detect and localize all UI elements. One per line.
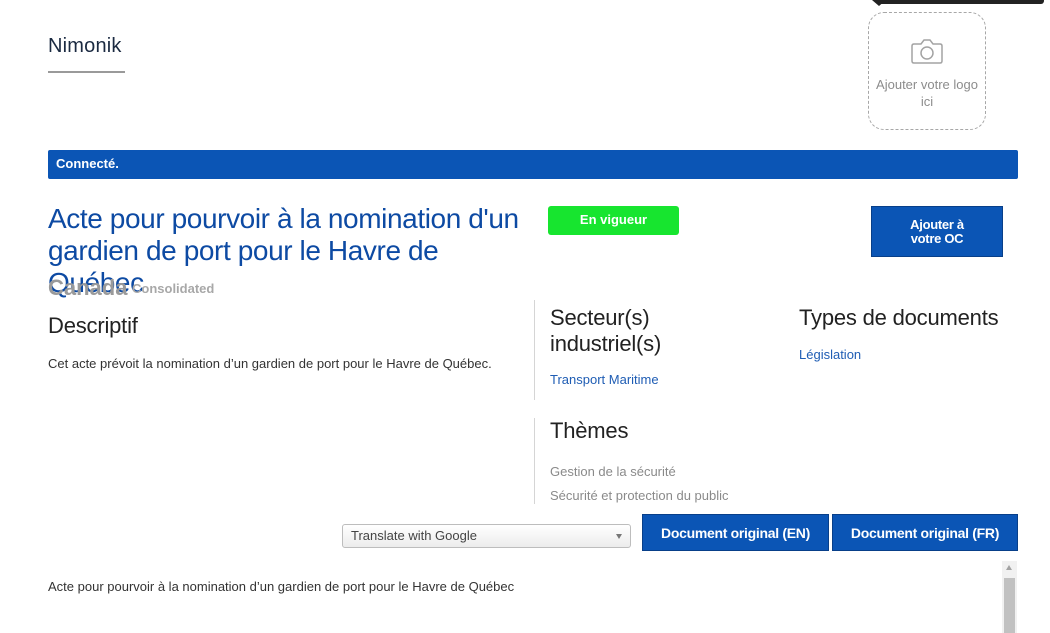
type-link-legislation[interactable]: Législation [799, 347, 861, 362]
camera-icon [910, 37, 944, 70]
theme-item: Sécurité et protection du public [550, 488, 729, 503]
translate-select[interactable]: Translate with Google [342, 524, 631, 548]
descriptif-text: Cet acte prévoit la nomination d’un gard… [48, 356, 492, 371]
column-divider [534, 300, 535, 400]
descriptif-heading: Descriptif [48, 313, 138, 338]
secteurs-heading: Secteur(s) industriel(s) [550, 305, 662, 356]
types-heading: Types de documents [799, 305, 999, 330]
arrow-up-icon [1006, 565, 1012, 570]
scroll-up-button[interactable] [1002, 561, 1017, 575]
translate-label: Translate with Google [351, 528, 477, 543]
add-to-oc-button[interactable]: Ajouter à votre OC [871, 206, 1003, 257]
connection-status-bar: Connecté. [48, 150, 1018, 179]
brand-underline [48, 71, 125, 73]
jurisdiction-label: Canada [48, 275, 128, 300]
secteur-link-transport-maritime[interactable]: Transport Maritime [550, 372, 659, 387]
logo-upload-text: Ajouter votre logo ici [876, 77, 978, 109]
original-en-button[interactable]: Document original (EN) [642, 514, 829, 551]
original-fr-button[interactable]: Document original (FR) [832, 514, 1018, 551]
consolidation-label: Consolidated [132, 281, 215, 296]
status-badge: En vigueur [548, 206, 679, 235]
document-body-text: Acte pour pourvoir à la nomination d’un … [48, 579, 515, 594]
chevron-down-icon [616, 534, 622, 539]
brand-name[interactable]: Nimonik [48, 35, 122, 58]
logo-upload-area[interactable]: Ajouter votre logo ici [868, 12, 986, 130]
column-divider [534, 418, 535, 504]
scrollbar-thumb[interactable] [1004, 578, 1015, 633]
tooltip-edge [878, 0, 1044, 4]
themes-heading: Thèmes [550, 418, 629, 443]
theme-item: Gestion de la sécurité [550, 464, 676, 479]
